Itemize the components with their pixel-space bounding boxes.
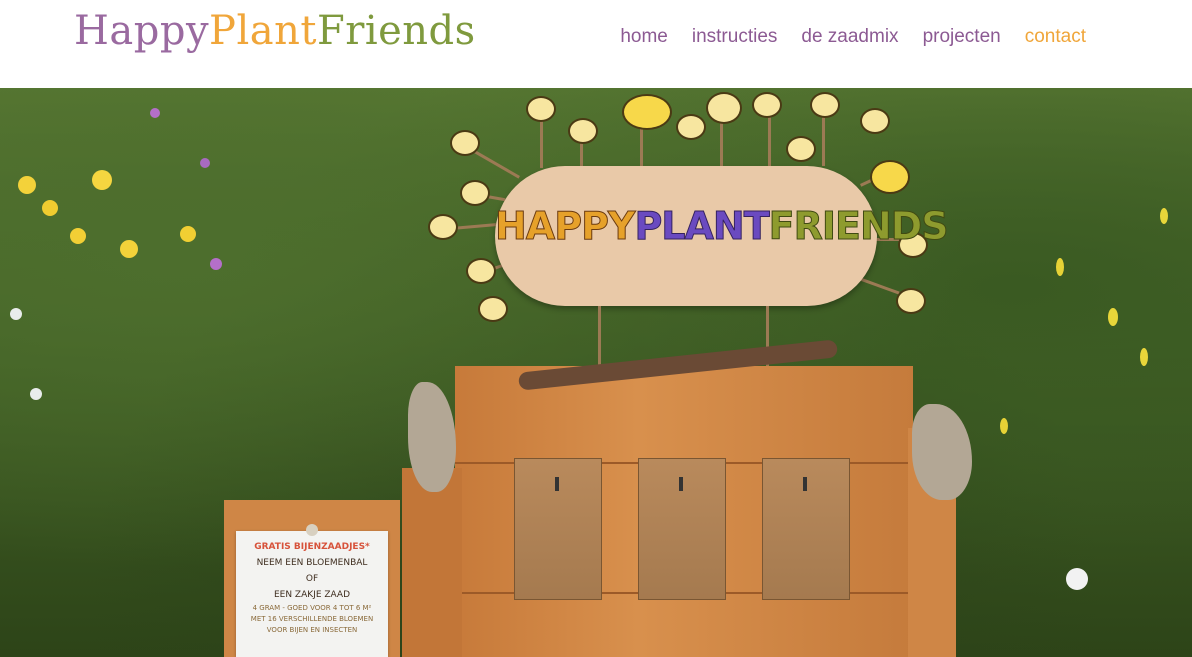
bee-decoration-icon bbox=[810, 92, 840, 118]
bee-stick bbox=[540, 118, 543, 168]
sign-text: HAPPYPLANTFRIENDS bbox=[494, 204, 949, 249]
flower bbox=[18, 176, 36, 194]
bee-decoration-icon bbox=[466, 258, 496, 284]
flower bbox=[1056, 258, 1064, 276]
seed-bag-bumblebee bbox=[514, 458, 602, 600]
main-nav: home instructies de zaadmix projecten co… bbox=[620, 26, 1086, 48]
bee-decoration-icon bbox=[752, 92, 782, 118]
flower bbox=[210, 258, 222, 270]
pin-icon bbox=[306, 524, 318, 536]
flower bbox=[180, 226, 196, 242]
flower bbox=[200, 158, 210, 168]
card-line-6: MET 16 VERSCHILLENDE BLOEMEN bbox=[250, 615, 374, 623]
nav-contact[interactable]: contact bbox=[1025, 26, 1086, 48]
flower bbox=[150, 108, 160, 118]
flower bbox=[1066, 568, 1088, 590]
nav-instructies[interactable]: instructies bbox=[692, 26, 778, 48]
seed-bag-honeybee bbox=[638, 458, 726, 600]
sign-friends: FRIENDS bbox=[768, 204, 949, 249]
flower bbox=[1140, 348, 1148, 366]
flower bbox=[1108, 308, 1118, 326]
sign-post bbox=[598, 306, 601, 366]
card-line-1: GRATIS BIJENZAADJES* bbox=[254, 542, 370, 552]
bee-decoration-icon bbox=[428, 214, 458, 240]
bee-decoration-icon bbox=[450, 130, 480, 156]
info-card: GRATIS BIJENZAADJES* NEEM EEN BLOEMENBAL… bbox=[236, 531, 388, 657]
site-header: HappyPlantFriends home instructies de za… bbox=[0, 0, 1192, 88]
hero-image: HAPPYPLANTFRIENDS GRATIS BIJENZAADJES* N… bbox=[0, 88, 1192, 657]
flower bbox=[120, 240, 138, 258]
flower bbox=[10, 308, 22, 320]
bee-decoration-icon bbox=[860, 108, 890, 134]
flower bbox=[92, 170, 112, 190]
hook bbox=[679, 477, 683, 491]
hook bbox=[803, 477, 807, 491]
bee-decoration-icon bbox=[896, 288, 926, 314]
bee-decoration-icon bbox=[676, 114, 706, 140]
bee-decoration-icon bbox=[870, 160, 910, 194]
card-line-4: EEN ZAKJE ZAAD bbox=[273, 590, 351, 600]
card-line-7: VOOR BIJEN EN INSECTEN bbox=[266, 626, 358, 634]
logo-friends: Friends bbox=[316, 8, 476, 54]
happyplantfriends-sign: HAPPYPLANTFRIENDS bbox=[494, 166, 949, 306]
driftwood-right bbox=[912, 404, 972, 500]
flower bbox=[70, 228, 86, 244]
driftwood-left bbox=[408, 382, 456, 492]
card-line-2: NEEM EEN BLOEMENBAL bbox=[256, 558, 368, 568]
logo-plant: Plant bbox=[209, 8, 317, 54]
bee-decoration-icon bbox=[460, 180, 490, 206]
bee-stick bbox=[768, 112, 771, 166]
flower bbox=[1160, 208, 1168, 224]
seed-bag-bee bbox=[762, 458, 850, 600]
bee-stick bbox=[860, 278, 900, 295]
card-line-5: 4 GRAM - GOED VOOR 4 TOT 6 M² bbox=[252, 604, 372, 612]
logo-happy: Happy bbox=[74, 8, 210, 54]
site-logo[interactable]: HappyPlantFriends bbox=[74, 8, 476, 54]
sign-plant: PLANT bbox=[634, 204, 770, 249]
side-board bbox=[402, 468, 462, 657]
bee-decoration-icon bbox=[526, 96, 556, 122]
nav-projecten[interactable]: projecten bbox=[923, 26, 1001, 48]
sign-happy: HAPPY bbox=[494, 204, 635, 249]
flower bbox=[1000, 418, 1008, 434]
bee-decoration-icon bbox=[568, 118, 598, 144]
bee-stick bbox=[822, 110, 825, 166]
card-line-3: OF bbox=[305, 574, 319, 584]
nav-de-zaadmix[interactable]: de zaadmix bbox=[801, 26, 898, 48]
bee-decoration-icon bbox=[622, 94, 672, 130]
bee-decoration-icon bbox=[706, 92, 742, 124]
flower bbox=[30, 388, 42, 400]
bee-decoration-icon bbox=[786, 136, 816, 162]
flower bbox=[42, 200, 58, 216]
nav-home[interactable]: home bbox=[620, 26, 668, 48]
hook bbox=[555, 477, 559, 491]
bee-decoration-icon bbox=[478, 296, 508, 322]
